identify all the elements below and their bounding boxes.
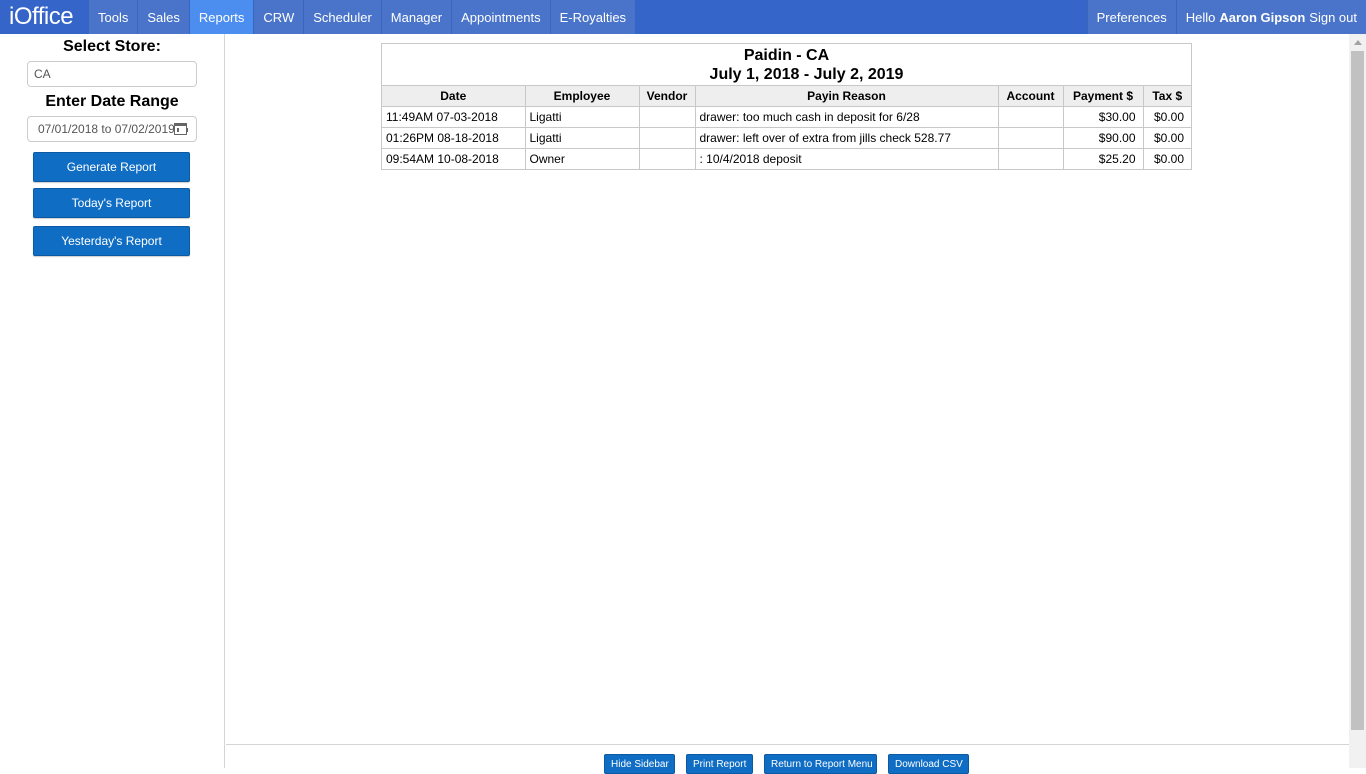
user-greeting: Hello Aaron Gipson Sign out: [1175, 0, 1366, 34]
user-name: Aaron Gipson: [1219, 9, 1306, 25]
cell-date: 11:49AM 07-03-2018: [382, 106, 526, 128]
cell-vendor: [639, 106, 696, 128]
nav-e-royalties[interactable]: E-Royalties: [549, 0, 636, 34]
nav-manager[interactable]: Manager: [380, 0, 452, 34]
col-date[interactable]: Date: [382, 86, 526, 107]
vertical-scrollbar[interactable]: [1349, 34, 1366, 768]
nav-tools[interactable]: Tools: [88, 0, 138, 34]
select-store-heading: Select Store:: [63, 38, 161, 55]
table-row: 09:54AM 10-08-2018 Owner : 10/4/2018 dep…: [382, 148, 1191, 169]
cell-payin-reason: drawer: too much cash in deposit for 6/2…: [695, 106, 999, 128]
cell-tax: $0.00: [1143, 106, 1191, 128]
generate-report-button[interactable]: Generate Report: [33, 152, 190, 182]
nav-right-group: Preferences Hello Aaron Gipson Sign out: [1086, 0, 1366, 34]
col-tax[interactable]: Tax $: [1143, 86, 1191, 107]
cell-vendor: [639, 148, 696, 169]
cell-date: 09:54AM 10-08-2018: [382, 148, 526, 169]
store-input[interactable]: CA: [27, 61, 197, 87]
nav-sales[interactable]: Sales: [137, 0, 189, 34]
report-header: Paidin - CA July 1, 2018 - July 2, 2019: [382, 44, 1191, 86]
calendar-icon[interactable]: [174, 123, 188, 135]
date-range-value: 07/01/2018 to 07/02/2019: [38, 122, 175, 136]
cell-tax: $0.00: [1153, 151, 1184, 166]
cell-account: [998, 148, 1064, 169]
return-report-menu-button[interactable]: Return to Report Menu: [764, 754, 877, 774]
cell-account: [998, 127, 1064, 149]
sign-out-link[interactable]: Sign out: [1309, 10, 1357, 25]
hello-text: Hello: [1185, 9, 1216, 25]
top-navbar: iOffice Tools Sales Reports CRW Schedule…: [0, 0, 1366, 34]
report-title: Paidin - CA: [743, 47, 830, 64]
table-header-row: Date Employee Vendor Payin Reason Accoun…: [382, 86, 1191, 107]
cell-tax: $0.00: [1143, 127, 1191, 149]
table-row: 11:49AM 07-03-2018 Ligatti drawer: too m…: [382, 106, 1191, 128]
sidebar: Select Store: CA Enter Date Range 07/01/…: [0, 34, 225, 768]
print-report-button[interactable]: Print Report: [686, 754, 753, 774]
cell-payment: $90.00: [1063, 127, 1144, 149]
table-row: 01:26PM 08-18-2018 Ligatti drawer: left …: [382, 127, 1191, 149]
cell-date: 01:26PM 08-18-2018: [382, 127, 526, 149]
download-csv-button[interactable]: Download CSV: [888, 754, 969, 774]
cell-payin-reason: : 10/4/2018 deposit: [695, 148, 999, 169]
hide-sidebar-button[interactable]: Hide Sidebar: [604, 754, 675, 774]
todays-report-button[interactable]: Today's Report: [33, 188, 190, 218]
col-payment[interactable]: Payment $: [1063, 86, 1144, 107]
nav-preferences[interactable]: Preferences: [1086, 0, 1176, 34]
nav-reports[interactable]: Reports: [188, 0, 254, 34]
date-range-input[interactable]: 07/01/2018 to 07/02/2019: [27, 116, 197, 142]
cell-employee: Ligatti: [525, 127, 640, 149]
report-panel: Paidin - CA July 1, 2018 - July 2, 2019 …: [381, 43, 1192, 170]
col-payin-reason[interactable]: Payin Reason: [695, 86, 999, 107]
cell-employee: Ligatti: [525, 106, 640, 128]
cell-payment: $25.20: [1063, 148, 1144, 169]
col-account[interactable]: Account: [998, 86, 1064, 107]
cell-vendor: [639, 127, 696, 149]
col-vendor[interactable]: Vendor: [639, 86, 696, 107]
cell-employee: Owner: [525, 148, 640, 169]
main-content: Paidin - CA July 1, 2018 - July 2, 2019 …: [226, 34, 1349, 774]
cell-account: [998, 106, 1064, 128]
date-range-heading: Enter Date Range: [45, 93, 179, 110]
nav-appointments[interactable]: Appointments: [451, 0, 550, 34]
nav-crw[interactable]: CRW: [253, 0, 304, 34]
bottom-action-bar: Hide Sidebar Print Report Return to Repo…: [226, 744, 1349, 774]
report-table: Date Employee Vendor Payin Reason Accoun…: [382, 86, 1191, 169]
nav-scheduler[interactable]: Scheduler: [303, 0, 381, 34]
col-employee[interactable]: Employee: [525, 86, 640, 107]
cell-payin-reason: drawer: left over of extra from jills ch…: [695, 127, 999, 149]
brand-logo[interactable]: iOffice: [0, 0, 88, 34]
report-date-range: July 1, 2018 - July 2, 2019: [709, 66, 904, 83]
cell-payment: $30.00: [1063, 106, 1144, 128]
scroll-up-arrow-icon[interactable]: [1354, 40, 1362, 45]
yesterdays-report-button[interactable]: Yesterday's Report: [33, 226, 190, 256]
scrollbar-thumb[interactable]: [1351, 51, 1364, 730]
